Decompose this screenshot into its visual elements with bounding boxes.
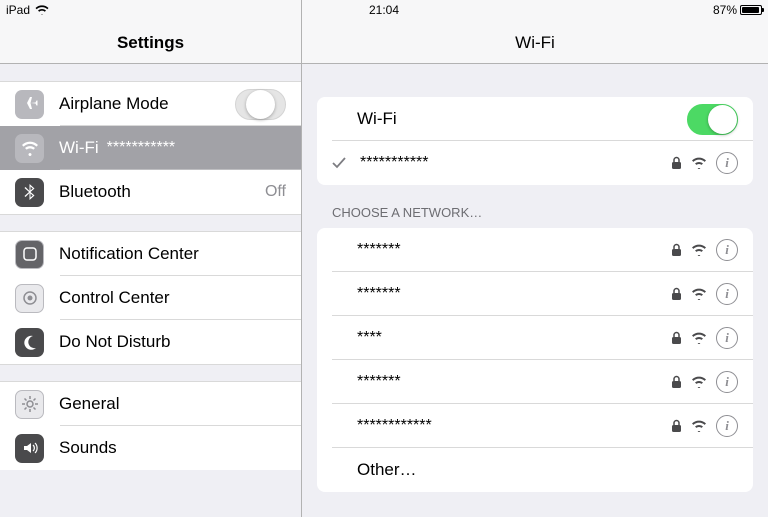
- speaker-icon: [15, 434, 44, 463]
- network-name: *******: [357, 241, 401, 259]
- lock-icon: [671, 287, 682, 301]
- network-name: *******: [357, 285, 401, 303]
- lock-icon: [671, 331, 682, 345]
- other-network-row[interactable]: Other…: [317, 448, 753, 492]
- sidebar-item-label: Sounds: [59, 438, 117, 458]
- split-view: Settings Airplane Mode Wi-Fi ***********…: [0, 0, 768, 517]
- wifi-signal-icon: [691, 288, 707, 300]
- wifi-toggle[interactable]: [687, 104, 738, 135]
- lock-icon: [671, 419, 682, 433]
- sidebar-item-general[interactable]: General: [0, 382, 301, 426]
- sidebar-item-control-center[interactable]: Control Center: [0, 276, 301, 320]
- wifi-signal-icon: [691, 332, 707, 344]
- moon-icon: [15, 328, 44, 357]
- networks-card: ******* i ******* i: [317, 228, 753, 492]
- clock: 21:04: [0, 3, 768, 17]
- status-bar: iPad 21:04 87%: [0, 0, 768, 20]
- lock-icon: [671, 375, 682, 389]
- network-row[interactable]: ******* i: [317, 272, 753, 316]
- wifi-toggle-row[interactable]: Wi-Fi: [317, 97, 753, 141]
- bluetooth-value: Off: [265, 183, 286, 201]
- sidebar-item-airplane-mode[interactable]: Airplane Mode: [0, 82, 301, 126]
- wifi-signal-icon: [691, 420, 707, 432]
- info-button[interactable]: i: [716, 415, 738, 437]
- gear-icon: [15, 390, 44, 419]
- sidebar-item-wifi[interactable]: Wi-Fi ***********: [0, 126, 301, 170]
- wifi-signal-icon: [691, 244, 707, 256]
- sidebar-item-label: Bluetooth: [59, 182, 131, 202]
- wifi-main-label: Wi-Fi: [357, 109, 397, 129]
- wifi-icon: [15, 134, 44, 163]
- sidebar-item-do-not-disturb[interactable]: Do Not Disturb: [0, 320, 301, 364]
- connected-network-name: ***********: [360, 154, 429, 172]
- choose-network-header: Choose a Network…: [302, 185, 768, 228]
- sidebar-item-label: General: [59, 394, 119, 414]
- info-button[interactable]: i: [716, 371, 738, 393]
- network-name: ************: [357, 417, 432, 435]
- network-name: ****: [357, 329, 382, 347]
- detail-pane: Wi-Fi Wi-Fi *********** i Choos: [302, 0, 768, 517]
- info-button[interactable]: i: [716, 283, 738, 305]
- lock-icon: [671, 156, 682, 170]
- battery-icon: [740, 5, 762, 15]
- network-row[interactable]: **** i: [317, 316, 753, 360]
- lock-icon: [671, 243, 682, 257]
- bluetooth-icon: [15, 178, 44, 207]
- network-row[interactable]: ******* i: [317, 228, 753, 272]
- notification-icon: [15, 240, 44, 269]
- network-name: *******: [357, 373, 401, 391]
- airplane-toggle[interactable]: [235, 89, 286, 120]
- sidebar-item-label: Do Not Disturb: [59, 332, 170, 352]
- other-label: Other…: [357, 460, 417, 480]
- info-button[interactable]: i: [716, 239, 738, 261]
- network-row[interactable]: ************ i: [317, 404, 753, 448]
- sidebar-wifi-network: ***********: [107, 139, 176, 157]
- control-center-icon: [15, 284, 44, 313]
- network-row[interactable]: ******* i: [317, 360, 753, 404]
- airplane-icon: [15, 90, 44, 119]
- info-button[interactable]: i: [716, 152, 738, 174]
- sidebar-item-label: Wi-Fi: [59, 138, 99, 158]
- sidebar-item-sounds[interactable]: Sounds: [0, 426, 301, 470]
- sidebar-item-label: Control Center: [59, 288, 170, 308]
- sidebar-item-label: Airplane Mode: [59, 94, 169, 114]
- wifi-signal-icon: [691, 376, 707, 388]
- connected-network-row[interactable]: *********** i: [317, 141, 753, 185]
- checkmark-icon: [332, 157, 352, 169]
- sidebar-item-notification-center[interactable]: Notification Center: [0, 232, 301, 276]
- wifi-main-card: Wi-Fi *********** i: [317, 97, 753, 185]
- sidebar-item-label: Notification Center: [59, 244, 199, 264]
- settings-sidebar: Settings Airplane Mode Wi-Fi ***********…: [0, 0, 302, 517]
- info-button[interactable]: i: [716, 327, 738, 349]
- sidebar-item-bluetooth[interactable]: Bluetooth Off: [0, 170, 301, 214]
- wifi-signal-icon: [691, 157, 707, 169]
